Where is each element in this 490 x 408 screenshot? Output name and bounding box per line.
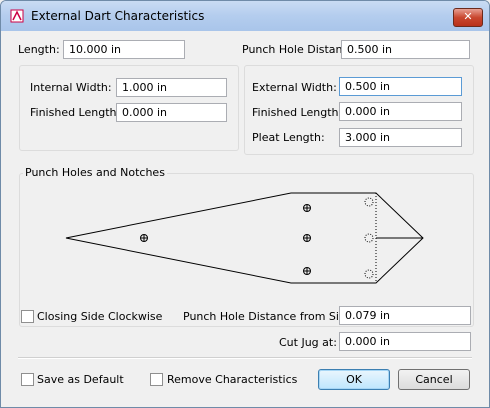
title-bar[interactable]: External Dart Characteristics ✕	[1, 1, 489, 31]
external-width-input[interactable]	[339, 77, 462, 96]
punch-hole-icon	[303, 267, 311, 275]
distance-from-side-input[interactable]	[339, 306, 471, 325]
external-width-label: External Width:	[252, 81, 337, 94]
internal-width-label: Internal Width:	[30, 81, 112, 94]
close-icon: ✕	[463, 10, 473, 23]
notch-icon	[364, 269, 374, 279]
distance-from-side-label: Punch Hole Distance from Side:	[183, 310, 357, 323]
punch-hole-icon	[303, 234, 311, 242]
save-as-default-label: Save as Default	[37, 373, 124, 386]
dart-outline	[65, 192, 424, 284]
length-label: Length:	[18, 43, 60, 56]
internal-finished-length-label: Finished Length:	[30, 106, 121, 119]
notch-icon	[364, 197, 374, 207]
cut-jug-input[interactable]	[339, 332, 471, 351]
notch-marks	[364, 197, 374, 279]
save-as-default-checkbox[interactable]	[21, 373, 34, 386]
punch-hole-distance-input[interactable]	[341, 40, 470, 59]
dart-diagram	[65, 192, 424, 284]
cancel-button[interactable]: Cancel	[398, 369, 470, 390]
internal-finished-length-input[interactable]	[116, 103, 227, 122]
closing-clockwise-label: Closing Side Clockwise	[37, 310, 163, 323]
notch-icon	[364, 233, 374, 243]
external-finished-length-label: Finished Length:	[252, 106, 343, 119]
pleat-length-label: Pleat Length:	[252, 131, 325, 144]
app-icon	[10, 9, 24, 23]
window-title: External Dart Characteristics	[31, 9, 205, 23]
dialog-body: Length: Punch Hole Distance: Internal Wi…	[8, 31, 482, 400]
punch-hole-icon	[140, 234, 148, 242]
external-finished-length-input[interactable]	[339, 102, 462, 121]
punch-holes	[140, 204, 311, 275]
punch-hole-icon	[303, 204, 311, 212]
remove-characteristics-checkbox[interactable]	[150, 373, 163, 386]
close-button[interactable]: ✕	[453, 8, 483, 27]
ok-button[interactable]: OK	[318, 369, 390, 390]
dialog-window: External Dart Characteristics ✕ Length: …	[0, 0, 490, 408]
remove-characteristics-label: Remove Characteristics	[167, 373, 298, 386]
internal-width-input[interactable]	[116, 78, 227, 97]
cut-jug-label: Cut Jug at:	[279, 336, 337, 349]
punch-holes-group-title: Punch Holes and Notches	[23, 166, 167, 179]
closing-clockwise-checkbox[interactable]	[21, 310, 34, 323]
footer-separator	[18, 357, 472, 359]
pleat-length-input[interactable]	[339, 128, 462, 147]
length-input[interactable]	[63, 40, 185, 59]
